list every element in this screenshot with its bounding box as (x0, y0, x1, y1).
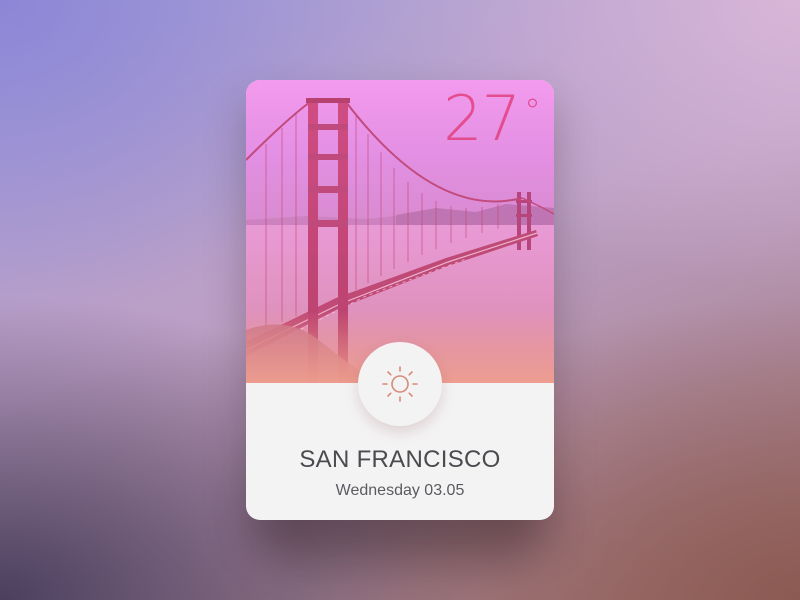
weather-condition-button[interactable] (358, 342, 442, 426)
city-name: SAN FRANCISCO (299, 446, 501, 473)
city-photo: 27 ° (246, 80, 554, 383)
sun-icon (382, 366, 418, 402)
date-label: Wednesday 03.05 (335, 482, 465, 499)
temperature-value: 27 (443, 82, 521, 155)
temperature-readout: 27 ° (443, 82, 541, 155)
degree-symbol: ° (524, 92, 541, 132)
weather-card[interactable]: 27 ° SAN FRANCISCO Wednesday 03.05 (246, 80, 554, 520)
